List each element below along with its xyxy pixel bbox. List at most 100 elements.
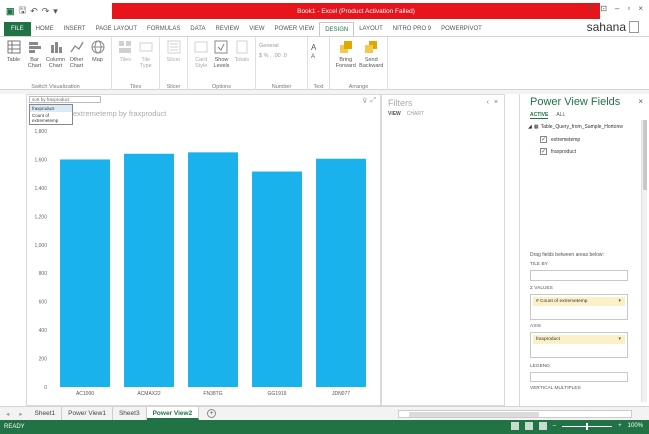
field-name: extremetemp [551, 136, 581, 143]
tab-power-view[interactable]: POWER VIEW [270, 22, 320, 36]
dropdown-arrow-icon[interactable]: ▾ [618, 297, 621, 306]
tab-view[interactable]: VIEW [244, 22, 269, 36]
close-icon[interactable]: × [638, 97, 643, 106]
fields-tab-active[interactable]: ACTIVE [530, 112, 549, 119]
group-options: Card Style Show Levels Totals Options [188, 37, 256, 91]
axis-label: AXIS [530, 324, 541, 329]
tab-powerpivot[interactable]: POWERPIVOT [436, 22, 487, 36]
values-area[interactable]: # Count of extremetemp ▾ [530, 294, 628, 320]
tab-nitro-pro[interactable]: NITRO PRO 9 [388, 22, 436, 36]
fields-tab-all[interactable]: ALL [556, 112, 565, 119]
zoom-slider[interactable] [562, 422, 613, 430]
help-icon[interactable]: ? [588, 4, 592, 13]
status-ready: READY [4, 424, 25, 430]
collapse-icon[interactable]: ‹ [487, 99, 489, 106]
prev-sheet-icon[interactable]: ◂ [6, 410, 9, 418]
add-sheet-icon[interactable]: + [207, 409, 217, 418]
tile-by-label: TILE BY [530, 262, 548, 267]
bar-chart-icon [28, 39, 42, 55]
title-bar: ▣ 🖫 ↶ ↷ ▾ Book1 - Excel (Product Activat… [0, 0, 649, 22]
y-tick-label: 600 [39, 300, 48, 306]
bar-acmax22[interactable] [124, 153, 174, 387]
sort-option-count[interactable]: Count of extremetemp [30, 112, 72, 124]
sort-option-fraxproduct[interactable]: fraxproduct [30, 105, 72, 112]
next-sheet-icon[interactable]: ▸ [19, 410, 22, 418]
page-break-view-icon[interactable] [538, 422, 547, 430]
tab-review[interactable]: REVIEW [211, 22, 245, 36]
bar-gg1919[interactable] [252, 171, 302, 387]
tab-page-layout[interactable]: PAGE LAYOUT [91, 22, 142, 36]
bar-jdn077[interactable] [316, 158, 366, 387]
send-backward-icon [364, 39, 378, 55]
checkbox-checked-icon[interactable]: ✓ [540, 136, 547, 143]
table-node[interactable]: ◢ ▦ Table_Query_from_Sample_Hortonw [528, 124, 623, 130]
scroll-thumb[interactable] [409, 412, 539, 417]
values-field-pill[interactable]: # Count of extremetemp ▾ [533, 297, 625, 306]
field-extremetemp[interactable]: ✓ extremetemp [540, 136, 580, 143]
restore-icon[interactable]: ▫ [627, 4, 630, 13]
group-switch-visualization: Table Bar Chart Column Chart Other Chart… [0, 37, 112, 91]
tab-design[interactable]: DESIGN [319, 22, 355, 36]
tab-formulas[interactable]: FORMULAS [142, 22, 185, 36]
redo-icon[interactable]: ↷ [42, 6, 50, 17]
window-controls: ? ⊡ – ▫ × [588, 4, 643, 13]
sheet-tab-power-view1[interactable]: Power View1 [62, 407, 113, 420]
filters-tab-chart[interactable]: CHART [407, 111, 424, 117]
number-format-symbols[interactable]: $ % , .00 .0 [259, 53, 287, 59]
axis-field-pill[interactable]: fraxproduct ▾ [533, 335, 625, 344]
excel-icon: ▣ [6, 5, 15, 16]
normal-view-icon[interactable] [510, 422, 519, 430]
zoom-in-icon[interactable]: + [618, 423, 622, 429]
totals-icon [235, 39, 249, 55]
tile-by-area[interactable] [530, 270, 628, 281]
checkbox-checked-icon[interactable]: ✓ [540, 148, 547, 155]
undo-icon[interactable]: ↶ [30, 6, 38, 17]
bar-fn38tg[interactable] [188, 152, 238, 387]
horizontal-scrollbar[interactable] [398, 410, 632, 418]
tab-insert[interactable]: INSERT [59, 22, 91, 36]
tab-home[interactable]: HOME [31, 22, 59, 36]
customize-icon[interactable]: ▾ [53, 6, 58, 17]
grow-font-button[interactable]: A [311, 43, 316, 52]
popout-icon[interactable]: ⤢ [370, 97, 376, 105]
filters-title: Filters [388, 98, 413, 108]
slicer-icon [167, 39, 181, 55]
expand-icon[interactable]: ◢ [528, 124, 532, 130]
power-view-canvas[interactable]: 0 200 400 600 800 1,000 1,200 1,400 1,600 1,800 AC… [26, 94, 381, 406]
zoom-out-icon[interactable]: – [553, 423, 556, 429]
page-layout-view-icon[interactable] [524, 422, 533, 430]
bar-ac1000[interactable] [60, 159, 110, 387]
status-bar: READY – + 100% [0, 420, 649, 434]
number-format-dropdown[interactable]: General [259, 43, 287, 49]
axis-area[interactable]: fraxproduct ▾ [530, 332, 628, 358]
sheet-tab-power-view2[interactable]: Power View2 [146, 407, 200, 420]
field-fraxproduct[interactable]: ✓ fraxproduct [540, 148, 576, 155]
close-icon[interactable]: × [638, 4, 643, 13]
visual-toolbar: ⊽ ⤢ [362, 97, 376, 105]
sort-dropdown[interactable]: sort by fraxproduct [29, 96, 101, 103]
close-icon[interactable]: × [494, 99, 498, 106]
minimize-icon[interactable]: – [615, 4, 619, 13]
user-account[interactable]: sahana [587, 20, 639, 34]
fields-scrollbar[interactable] [641, 120, 647, 402]
fields-title: Power View Fields [530, 96, 621, 108]
sheet-tab-sheet3[interactable]: Sheet3 [113, 407, 147, 420]
shrink-font-button[interactable]: A [311, 54, 316, 60]
x-tick-label: FN38TG [203, 391, 222, 397]
filters-tab-view[interactable]: VIEW [388, 111, 401, 117]
sheet-tab-sheet1[interactable]: Sheet1 [29, 407, 63, 420]
column-chart[interactable]: 0 200 400 600 800 1,000 1,200 1,400 1,600 1,800 AC… [27, 95, 382, 407]
legend-area[interactable] [530, 372, 628, 382]
filter-icon[interactable]: ⊽ [362, 97, 367, 105]
zoom-level[interactable]: 100% [628, 423, 643, 429]
ribbon-display-icon[interactable]: ⊡ [600, 4, 607, 13]
tab-file[interactable]: FILE [4, 22, 31, 36]
tab-data[interactable]: DATA [185, 22, 210, 36]
save-icon[interactable]: 🖫 [19, 3, 27, 19]
zoom-knob[interactable] [586, 422, 589, 430]
tab-layout[interactable]: LAYOUT [354, 22, 388, 36]
y-tick-label: 1,200 [34, 214, 47, 220]
scroll-thumb[interactable] [643, 120, 647, 190]
drag-hint: Drag fields between areas below: [530, 252, 604, 258]
dropdown-arrow-icon[interactable]: ▾ [618, 335, 621, 344]
